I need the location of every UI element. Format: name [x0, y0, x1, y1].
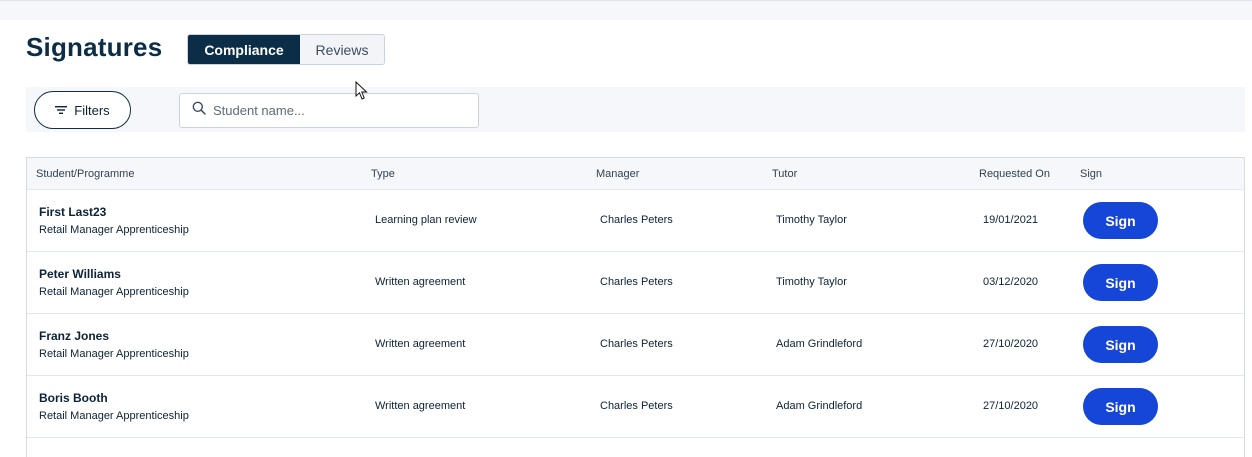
- student-name: Boris Booth: [39, 391, 108, 405]
- sign-button[interactable]: Sign: [1083, 264, 1158, 301]
- student-cell: First Last23 Retail Manager Apprenticesh…: [39, 205, 189, 236]
- column-header-sign: Sign: [1080, 168, 1103, 180]
- table-row: Franz Jones Retail Manager Apprenticeshi…: [27, 314, 1244, 376]
- search-icon: [192, 101, 206, 120]
- student-cell: Peter Williams Retail Manager Apprentice…: [39, 267, 189, 298]
- requested-on-cell: 03/12/2020: [983, 276, 1039, 288]
- requested-on-cell: 27/10/2020: [983, 338, 1039, 350]
- student-name: First Last23: [39, 205, 107, 219]
- filter-bar: Filters: [26, 87, 1245, 132]
- tab-reviews[interactable]: Reviews: [300, 35, 384, 64]
- type-cell: Written agreement: [375, 276, 466, 288]
- mouse-pointer-icon: [355, 80, 368, 106]
- signatures-table: Student/Programme Type Manager Tutor Req…: [26, 157, 1245, 457]
- tutor-cell: Adam Grindleford: [776, 338, 863, 350]
- tab-compliance[interactable]: Compliance: [188, 35, 300, 64]
- manager-cell: Charles Peters: [600, 276, 673, 288]
- student-programme: Retail Manager Apprenticeship: [39, 410, 189, 422]
- column-header-tutor: Tutor: [772, 168, 798, 180]
- student-search-input[interactable]: [213, 103, 463, 118]
- table-row: Boris Booth Retail Manager Apprenticeshi…: [27, 376, 1244, 438]
- table-row: Peter Williams Retail Manager Apprentice…: [27, 252, 1244, 314]
- page-title: Signatures: [26, 32, 163, 62]
- tutor-cell: Timothy Taylor: [776, 214, 847, 226]
- tutor-cell: Timothy Taylor: [776, 276, 847, 288]
- column-header-type: Type: [371, 168, 395, 180]
- student-programme: Retail Manager Apprenticeship: [39, 348, 189, 360]
- column-header-student: Student/Programme: [36, 168, 135, 180]
- tab-group: Compliance Reviews: [187, 34, 385, 65]
- manager-cell: Charles Peters: [600, 400, 673, 412]
- filters-button[interactable]: Filters: [34, 91, 131, 129]
- requested-on-cell: 19/01/2021: [983, 214, 1039, 226]
- tutor-cell: Adam Grindleford: [776, 400, 863, 412]
- table-header: Student/Programme Type Manager Tutor Req…: [27, 158, 1244, 190]
- filter-lines-icon: [55, 105, 68, 115]
- student-name: Peter Williams: [39, 267, 121, 281]
- column-header-requested-on: Requested On: [979, 168, 1050, 180]
- sign-button[interactable]: Sign: [1083, 326, 1158, 363]
- filters-button-label: Filters: [74, 102, 110, 118]
- manager-cell: Charles Peters: [600, 338, 673, 350]
- column-header-manager: Manager: [596, 168, 640, 180]
- type-cell: Written agreement: [375, 338, 466, 350]
- student-programme: Retail Manager Apprenticeship: [39, 286, 189, 298]
- student-cell: Boris Booth Retail Manager Apprenticeshi…: [39, 391, 189, 422]
- sign-button[interactable]: Sign: [1083, 388, 1158, 425]
- student-programme: Retail Manager Apprenticeship: [39, 224, 189, 236]
- type-cell: Learning plan review: [375, 214, 477, 226]
- type-cell: Written agreement: [375, 400, 466, 412]
- search-box[interactable]: [179, 93, 479, 128]
- student-cell: Franz Jones Retail Manager Apprenticeshi…: [39, 329, 189, 360]
- sign-button[interactable]: Sign: [1083, 202, 1158, 239]
- requested-on-cell: 27/10/2020: [983, 400, 1039, 412]
- student-name: Franz Jones: [39, 329, 110, 343]
- manager-cell: Charles Peters: [600, 214, 673, 226]
- table-row: First Last23 Retail Manager Apprenticesh…: [27, 190, 1244, 252]
- top-bar: [0, 0, 1252, 20]
